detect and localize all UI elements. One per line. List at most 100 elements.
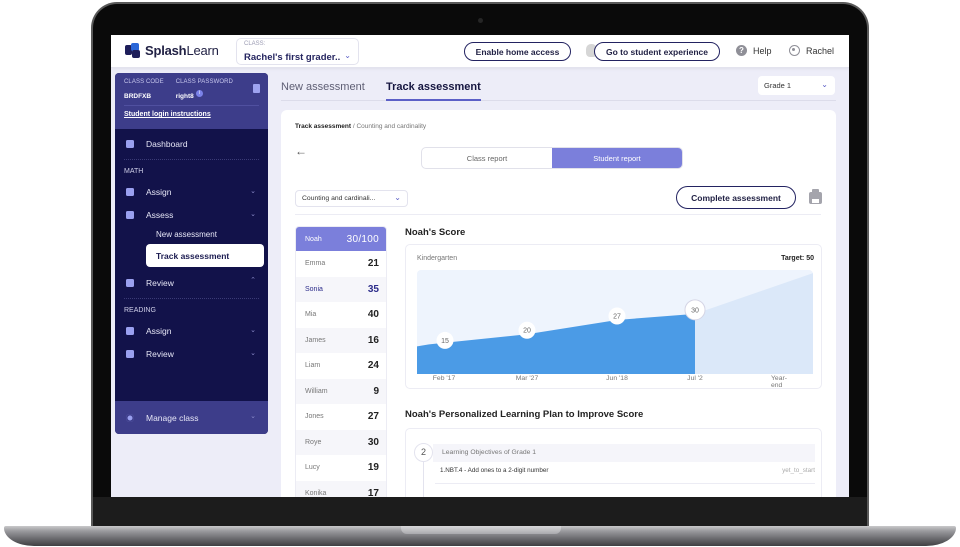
- laptop-notch: [401, 526, 561, 534]
- go-to-student-experience-button[interactable]: Go to student experience: [594, 42, 720, 61]
- student-row[interactable]: Liam 24: [296, 353, 386, 379]
- student-score: 16: [367, 334, 379, 346]
- chevron-down-icon: ⌄: [250, 188, 256, 195]
- camera-icon: [478, 18, 483, 23]
- student-row[interactable]: Noah 30/100: [296, 227, 386, 251]
- class-code: BRDFXB: [124, 93, 152, 100]
- class-name: Rachel's first grader..: [244, 52, 341, 63]
- breadcrumb-root[interactable]: Track assessment: [295, 123, 351, 130]
- logo-text-light: Learn: [186, 43, 219, 58]
- assessment-tabs: New assessment Track assessment: [281, 81, 836, 101]
- sidebar-subitem-new-assessment[interactable]: New assessment: [115, 226, 268, 243]
- student-name: Mia: [305, 311, 317, 319]
- divider: [295, 214, 821, 215]
- student-score: 30: [367, 436, 379, 448]
- sidebar-item-label: Assess: [146, 209, 174, 220]
- student-score: 19: [367, 462, 379, 474]
- breadcrumb-current: Counting and cardinality: [356, 123, 427, 130]
- x-tick-label: Jun '18: [606, 375, 628, 382]
- student-login-instructions-link[interactable]: Student login instructions: [124, 111, 211, 118]
- gear-icon: [126, 413, 134, 422]
- objective-status: yet_to_start: [782, 467, 815, 474]
- laptop-bezel: [93, 497, 867, 527]
- copy-icon[interactable]: [253, 84, 260, 93]
- assign-icon: [126, 326, 134, 335]
- student-row[interactable]: Konika 17: [296, 480, 386, 497]
- breadcrumb: Track assessment / Counting and cardinal…: [295, 123, 426, 130]
- objective-row[interactable]: 1.NBT.4 - Add ones to a 2-digit number y…: [440, 467, 815, 474]
- sidebar-item-label: Assign: [146, 186, 172, 197]
- print-icon[interactable]: [809, 189, 822, 204]
- report-toggle: Class report Student report: [421, 147, 683, 169]
- student-score: 30/100: [346, 233, 379, 245]
- student-row[interactable]: Jones 27: [296, 404, 386, 430]
- topic-value: Counting and cardinali...: [302, 195, 376, 202]
- review-icon: [126, 349, 134, 358]
- topic-select[interactable]: Counting and cardinali... ⌄: [295, 190, 408, 207]
- sidebar-item-label: Review: [146, 348, 174, 359]
- sidebar-item-dashboard[interactable]: Dashboard: [115, 132, 268, 155]
- class-report-button[interactable]: Class report: [422, 148, 552, 168]
- data-label: 30: [691, 307, 699, 314]
- learning-plan-card: 2 Learning Objectives of Grade 1 1.NBT.4…: [405, 428, 822, 497]
- sidebar-item-reading-assign[interactable]: Assign ⌄: [115, 319, 268, 342]
- student-name: Liam: [305, 362, 321, 370]
- sidebar-item-label: Assign: [146, 325, 172, 336]
- class-select[interactable]: CLASS: Rachel's first grader.. ⌄: [236, 38, 359, 65]
- objective-label: 1.NBT.4 - Add ones to a 2-digit number: [440, 467, 549, 474]
- sidebar-item-math-review[interactable]: Review ⌃: [115, 271, 268, 294]
- divider: [435, 483, 815, 484]
- student-score: 17: [367, 487, 379, 497]
- chevron-down-icon: ⌄: [250, 211, 256, 218]
- objectives-header: Learning Objectives of Grade 1: [433, 444, 815, 462]
- student-report-button[interactable]: Student report: [552, 148, 682, 168]
- enable-home-access-button[interactable]: Enable home access: [464, 42, 571, 61]
- student-row[interactable]: Lucy 19: [296, 455, 386, 481]
- student-name: Jones: [305, 413, 324, 421]
- student-row[interactable]: James 16: [296, 327, 386, 353]
- data-label: 20: [523, 328, 531, 335]
- student-row[interactable]: Emma 21: [296, 251, 386, 277]
- dashboard-icon: [126, 139, 134, 148]
- sidebar-item-label: Manage class: [146, 412, 199, 423]
- student-row[interactable]: Mia 40: [296, 302, 386, 328]
- student-name: James: [305, 336, 326, 344]
- student-row[interactable]: William 9: [296, 378, 386, 404]
- student-name: Sonia: [305, 285, 323, 293]
- user-icon: [789, 45, 800, 56]
- chevron-down-icon: ⌄: [344, 51, 351, 60]
- chart-target: Target: 50: [781, 255, 814, 262]
- section-label-math: MATH: [124, 168, 144, 175]
- data-label: 15: [441, 338, 449, 345]
- student-score: 24: [367, 360, 379, 372]
- grade-select[interactable]: Grade 1 ⌄: [758, 76, 835, 95]
- section-label-reading: READING: [124, 307, 156, 314]
- step-number: 2: [414, 443, 433, 462]
- student-score: 9: [373, 385, 379, 397]
- info-icon[interactable]: i: [195, 90, 203, 98]
- back-arrow-icon[interactable]: ←: [295, 144, 307, 158]
- chevron-down-icon: ⌄: [250, 413, 256, 420]
- splashlearn-logo[interactable]: SplashLearn: [125, 43, 219, 58]
- student-row[interactable]: Roye 30: [296, 429, 386, 455]
- sidebar-item-manage-class[interactable]: Manage class ⌄: [115, 401, 268, 434]
- student-name: Emma: [305, 260, 326, 268]
- sidebar-item-reading-review[interactable]: Review ⌄: [115, 342, 268, 365]
- help-link[interactable]: ? Help: [736, 45, 772, 56]
- tab-track-assessment[interactable]: Track assessment: [386, 81, 481, 101]
- sidebar-item-math-assess[interactable]: Assess ⌄: [115, 203, 268, 226]
- user-menu[interactable]: Rachel: [789, 45, 834, 56]
- sidebar-subitem-track-assessment[interactable]: Track assessment: [146, 244, 264, 267]
- app-screen: SplashLearn CLASS: Rachel's first grader…: [111, 35, 849, 497]
- sidebar-item-math-assign[interactable]: Assign ⌄: [115, 180, 268, 203]
- logo-text-bold: Splash: [145, 43, 187, 58]
- class-password: right8: [175, 93, 194, 100]
- complete-assessment-button[interactable]: Complete assessment: [676, 186, 796, 209]
- student-row[interactable]: Sonia 35: [296, 276, 386, 302]
- student-name: Lucy: [305, 464, 320, 472]
- class-password-label: CLASS PASSWORD: [175, 79, 233, 85]
- assign-icon: [126, 187, 134, 196]
- data-label: 27: [613, 313, 621, 320]
- tab-new-assessment[interactable]: New assessment: [281, 81, 365, 101]
- x-tick-label: Jul '2: [687, 375, 703, 382]
